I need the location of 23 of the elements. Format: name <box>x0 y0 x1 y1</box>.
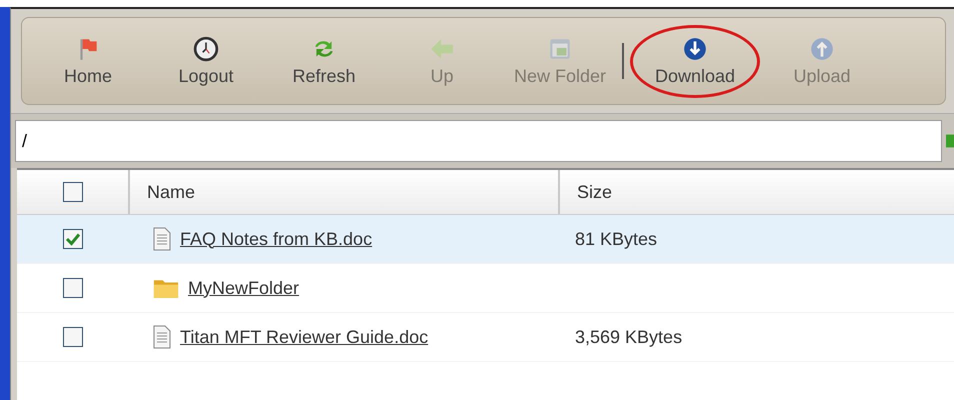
file-link[interactable]: FAQ Notes from KB.doc <box>180 228 372 250</box>
file-link[interactable]: Titan MFT Reviewer Guide.doc <box>180 326 428 348</box>
file-row[interactable]: MyNewFolder <box>17 264 954 313</box>
download-icon <box>682 36 708 62</box>
file-row[interactable]: FAQ Notes from KB.doc 81 KBytes <box>17 215 954 264</box>
document-icon <box>152 227 172 251</box>
toolbar-button[interactable]: Logout <box>150 30 262 92</box>
toolbar-button[interactable]: Refresh <box>268 30 380 92</box>
upload-icon <box>809 36 835 62</box>
file-size: 81 KBytes <box>575 228 658 248</box>
toolbar-button[interactable]: Download <box>630 24 760 98</box>
column-header[interactable]: Size <box>560 170 612 214</box>
file-row[interactable]: Titan MFT Reviewer Guide.doc 3,569 KBytes <box>17 313 954 362</box>
row-checkbox[interactable] <box>62 327 82 347</box>
file-size: 3,569 KBytes <box>575 326 682 346</box>
file-link[interactable]: MyNewFolder <box>188 278 300 298</box>
select-all-checkbox[interactable] <box>62 182 82 202</box>
document-icon <box>152 325 172 349</box>
clock-icon <box>193 36 219 62</box>
row-checkbox[interactable] <box>62 229 82 249</box>
row-checkbox[interactable] <box>62 278 82 298</box>
path-field[interactable]: / <box>15 120 942 162</box>
toolbar-button[interactable]: Home <box>32 30 144 92</box>
